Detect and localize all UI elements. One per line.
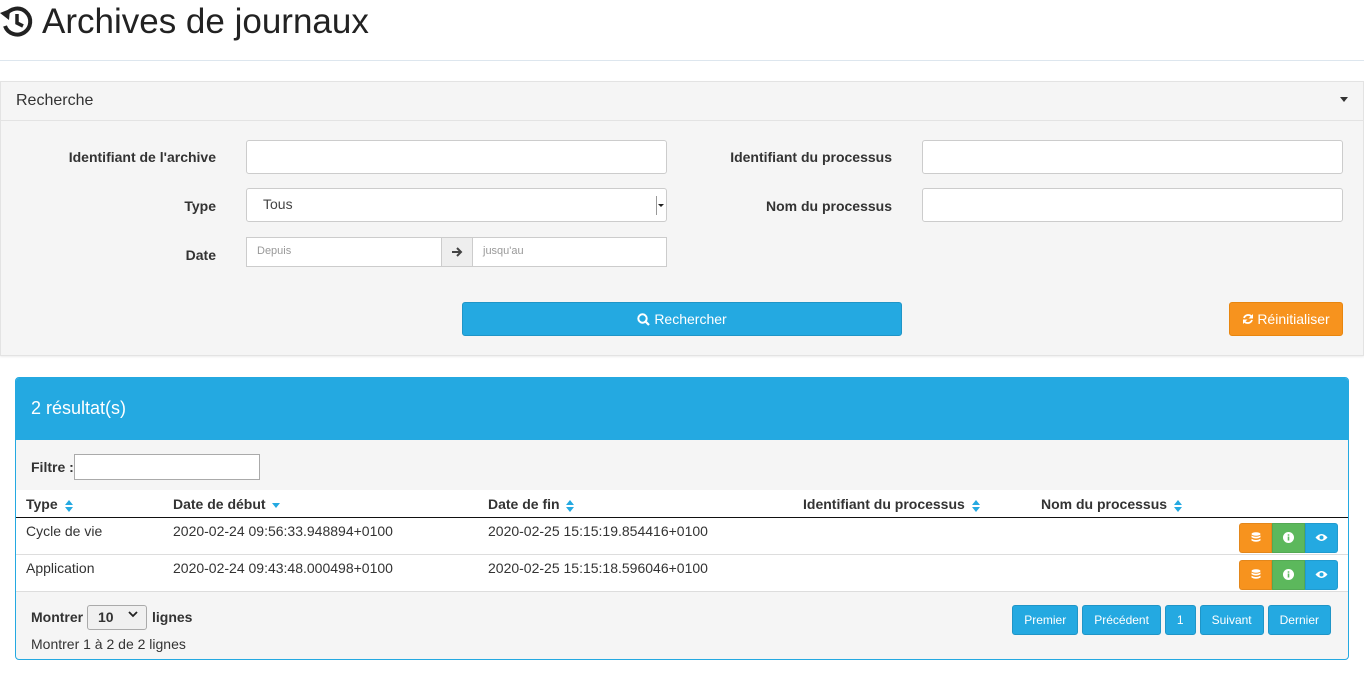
process-id-input[interactable] bbox=[922, 140, 1343, 174]
search-panel: Recherche Identifiant de l'archive Ident… bbox=[0, 81, 1364, 356]
download-button[interactable] bbox=[1239, 559, 1272, 590]
type-select[interactable]: Tous bbox=[246, 188, 667, 222]
process-name-input[interactable] bbox=[922, 188, 1343, 222]
cell-process-id bbox=[793, 554, 1031, 591]
search-button-label: Rechercher bbox=[654, 311, 727, 327]
cell-actions bbox=[1211, 554, 1348, 591]
column-header-label: Date de fin bbox=[488, 496, 560, 513]
cell-type: Cycle de vie bbox=[26, 522, 103, 539]
database-icon bbox=[1251, 531, 1260, 542]
page-header: Archives de journaux bbox=[0, 0, 1364, 61]
page-title: Archives de journaux bbox=[0, 2, 369, 42]
results-table-wrap: Type Date de début Date de fin Identifia… bbox=[16, 490, 1348, 592]
table-row[interactable]: Cycle de vie 2020-02-24 09:56:33.948894+… bbox=[16, 517, 1348, 554]
eye-icon bbox=[1315, 571, 1328, 578]
search-panel-title: Recherche bbox=[16, 92, 94, 109]
results-table: Type Date de début Date de fin Identifia… bbox=[16, 490, 1348, 592]
search-panel-header[interactable]: Recherche bbox=[1, 82, 1363, 121]
page-size-suffix: lignes bbox=[152, 609, 193, 625]
search-icon bbox=[637, 312, 651, 326]
table-row[interactable]: Application 2020-02-24 09:43:48.000498+0… bbox=[16, 554, 1348, 591]
results-panel: 2 résultat(s) Filtre : Type Date de débu… bbox=[15, 377, 1349, 660]
reset-button[interactable]: Réinitialiser bbox=[1229, 302, 1343, 336]
column-header-label: Date de début bbox=[173, 496, 266, 513]
next-page-button[interactable]: Suivant bbox=[1199, 605, 1264, 635]
column-header-label: Identifiant du processus bbox=[803, 496, 965, 513]
column-header-label: Nom du processus bbox=[1041, 496, 1168, 513]
sort-desc-icon bbox=[272, 502, 281, 508]
table-info: Montrer 1 à 2 de 2 lignes bbox=[31, 636, 186, 652]
results-count: 2 résultat(s) bbox=[31, 398, 127, 418]
results-header: 2 résultat(s) bbox=[16, 378, 1348, 440]
cell-end-date: 2020-02-25 15:15:18.596046+0100 bbox=[488, 559, 708, 576]
reset-button-label: Réinitialiser bbox=[1257, 311, 1330, 327]
info-button[interactable] bbox=[1272, 522, 1305, 553]
filter-input[interactable] bbox=[74, 454, 260, 480]
info-icon bbox=[1283, 569, 1294, 580]
info-button[interactable] bbox=[1272, 559, 1305, 590]
sort-icon bbox=[971, 499, 980, 512]
cell-end-date: 2020-02-25 15:15:19.854416+0100 bbox=[488, 522, 708, 539]
last-page-button[interactable]: Dernier bbox=[1267, 605, 1331, 635]
cell-process-name bbox=[1031, 517, 1211, 554]
search-button[interactable]: Rechercher bbox=[462, 302, 902, 336]
column-header-process-name[interactable]: Nom du processus bbox=[1031, 490, 1211, 518]
chevron-down-icon bbox=[128, 611, 138, 618]
caret-down-icon[interactable] bbox=[1340, 97, 1348, 102]
cell-start-date: 2020-02-24 09:43:48.000498+0100 bbox=[173, 559, 393, 576]
row-actions bbox=[1239, 559, 1338, 590]
eye-icon bbox=[1315, 534, 1328, 541]
page-1-button[interactable]: 1 bbox=[1164, 605, 1196, 635]
cell-process-name bbox=[1031, 554, 1211, 591]
database-icon bbox=[1251, 568, 1260, 579]
page-size-label: Montrer bbox=[31, 609, 84, 625]
filter-label: Filtre : bbox=[31, 459, 74, 475]
first-page-button[interactable]: Premier bbox=[1012, 605, 1079, 635]
cell-start-date: 2020-02-24 09:56:33.948894+0100 bbox=[173, 522, 393, 539]
download-button[interactable] bbox=[1239, 522, 1272, 553]
cell-actions bbox=[1211, 517, 1348, 554]
date-to-input[interactable]: jusqu'au bbox=[472, 237, 667, 267]
sort-icon bbox=[64, 499, 73, 512]
column-header-actions bbox=[1211, 490, 1348, 518]
type-label: Type bbox=[184, 198, 216, 214]
info-icon bbox=[1283, 532, 1294, 543]
view-button[interactable] bbox=[1305, 522, 1338, 553]
column-header-start-date[interactable]: Date de début bbox=[163, 490, 478, 518]
history-icon bbox=[0, 6, 33, 37]
type-select-value: Tous bbox=[263, 196, 293, 212]
date-separator bbox=[441, 237, 473, 267]
pagination: Premier Précédent 1 Suivant Dernier bbox=[1012, 605, 1331, 635]
table-header-row: Type Date de début Date de fin Identifia… bbox=[16, 490, 1348, 518]
cell-type: Application bbox=[26, 559, 95, 576]
archive-id-input[interactable] bbox=[246, 140, 667, 174]
row-actions bbox=[1239, 522, 1338, 553]
view-button[interactable] bbox=[1305, 559, 1338, 590]
column-header-label: Type bbox=[26, 496, 58, 513]
process-name-label: Nom du processus bbox=[765, 198, 892, 214]
arrow-right-icon bbox=[451, 247, 462, 257]
refresh-icon bbox=[1243, 314, 1254, 324]
process-id-label: Identifiant du processus bbox=[730, 149, 892, 165]
select-arrow-icon bbox=[656, 196, 664, 215]
page-size-value: 10 bbox=[98, 609, 114, 625]
date-from-input[interactable]: Depuis bbox=[246, 237, 442, 267]
page-size-select[interactable]: 10 bbox=[87, 605, 147, 630]
column-header-process-id[interactable]: Identifiant du processus bbox=[793, 490, 1031, 518]
column-header-type[interactable]: Type bbox=[16, 490, 163, 518]
previous-page-button[interactable]: Précédent bbox=[1082, 605, 1161, 635]
archive-id-label: Identifiant de l'archive bbox=[68, 149, 216, 165]
sort-icon bbox=[566, 499, 575, 512]
cell-process-id bbox=[793, 517, 1031, 554]
column-header-end-date[interactable]: Date de fin bbox=[478, 490, 793, 518]
date-label: Date bbox=[185, 247, 216, 263]
sort-icon bbox=[1173, 499, 1182, 512]
page-title-text: Archives de journaux bbox=[42, 2, 369, 41]
